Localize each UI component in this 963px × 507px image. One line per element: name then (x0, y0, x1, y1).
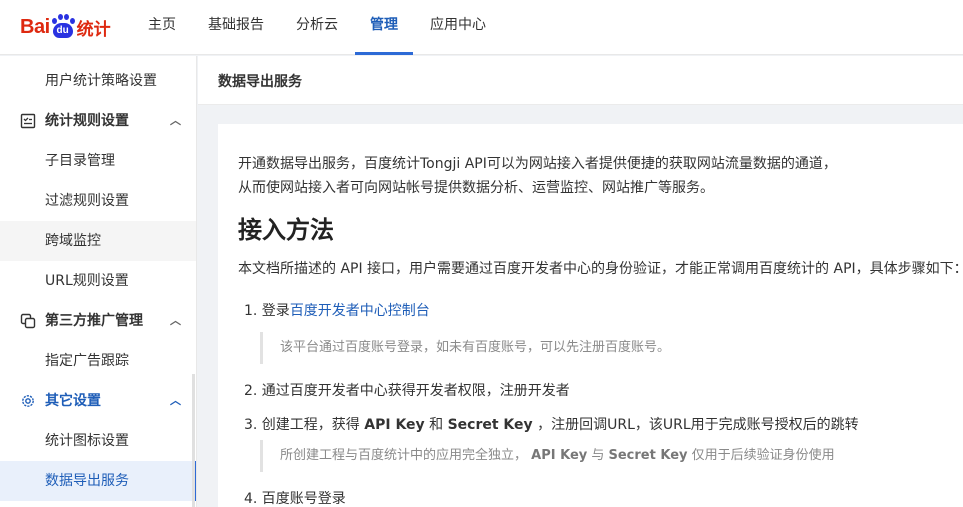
step-2: 2. 通过百度开发者中心获得开发者权限，注册开发者 (244, 383, 570, 399)
step-1-note: 该平台通过百度账号登录，如未有百度账号，可以先注册百度账号。 (260, 332, 670, 364)
logo-bai-text: Bai (20, 15, 50, 38)
api-key-label: API Key (364, 417, 425, 433)
intro-line-1: 开通数据导出服务，百度统计Tongji API可以为网站接入者提供便捷的获取网站… (238, 156, 837, 172)
nav-basic-report[interactable]: 基础报告 (193, 0, 279, 55)
gear-icon (22, 395, 34, 407)
sidebar-group-third-party[interactable]: 第三方推广管理 ︿ (0, 301, 196, 341)
sidebar-group-other-settings[interactable]: 其它设置 ︿ (0, 381, 196, 421)
main-nav: 主页 基础报告 分析云 管理 应用中心 (133, 0, 503, 55)
chevron-up-icon: ︿ (170, 114, 181, 127)
intro-text: 开通数据导出服务，百度统计Tongji API可以为网站接入者提供便捷的获取网站… (238, 152, 963, 200)
sidebar-group-label: 统计规则设置 (45, 113, 129, 129)
logo-du-text: du (52, 23, 73, 38)
secret-key-label: Secret Key (447, 417, 533, 433)
sidebar: 用户统计策略设置 统计规则设置 ︿ 子目录管理 过滤规则设置 跨域监控 URL规… (0, 56, 197, 507)
step-3: 3. 创建工程，获得 API Key 和 Secret Key ，注册回调URL… (244, 414, 859, 434)
sidebar-scrollbar[interactable] (192, 374, 195, 507)
step-3-text-a: 3. 创建工程，获得 (244, 417, 365, 433)
baidu-paw-icon: du (51, 14, 75, 40)
step-1: 1. 登录百度开发者中心控制台 (244, 300, 430, 320)
step-3-note-b: 与 (587, 448, 609, 463)
page-header: 数据导出服务 (198, 56, 963, 105)
nav-management[interactable]: 管理 (355, 0, 413, 55)
step-3-text-b: 和 (424, 417, 448, 433)
sidebar-item-subdirectory[interactable]: 子目录管理 (0, 141, 196, 181)
nav-app-center[interactable]: 应用中心 (415, 0, 501, 55)
intro-line-2: 从而使网站接入者可向网站帐号提供数据分析、运营监控、网站推广等服务。 (238, 180, 714, 196)
sidebar-group-label: 第三方推广管理 (45, 313, 143, 329)
step-3-note: 所创建工程与百度统计中的应用完全独立， API Key 与 Secret Key… (260, 440, 835, 472)
sidebar-item-url-rules[interactable]: URL规则设置 (0, 261, 196, 301)
section-heading: 接入方法 (238, 216, 334, 244)
note-api-key: API Key (531, 448, 588, 463)
developer-console-link[interactable]: 百度开发者中心控制台 (290, 303, 430, 319)
sidebar-item-data-export[interactable]: 数据导出服务 (0, 461, 196, 501)
page-title: 数据导出服务 (218, 74, 302, 90)
sidebar-item-ad-tracking[interactable]: 指定广告跟踪 (0, 341, 196, 381)
chevron-up-icon: ︿ (170, 314, 181, 327)
sidebar-item-filter-rules[interactable]: 过滤规则设置 (0, 181, 196, 221)
step-4: 4. 百度账号登录 (244, 491, 346, 507)
content-panel: 开通数据导出服务，百度统计Tongji API可以为网站接入者提供便捷的获取网站… (218, 124, 963, 507)
baidu-tongji-logo[interactable]: Bai du 统计 (20, 9, 111, 45)
note-secret-key: Secret Key (608, 448, 688, 463)
nav-home[interactable]: 主页 (133, 0, 191, 55)
top-bar: Bai du 统计 主页 基础报告 分析云 管理 应用中心 (0, 0, 963, 55)
step-3-text-c: ，注册回调URL，该URL用于完成账号授权后的跳转 (532, 417, 859, 433)
logo-tongji-text: 统计 (76, 19, 111, 40)
checklist-icon (20, 113, 36, 129)
nav-analytics-cloud[interactable]: 分析云 (281, 0, 353, 55)
step-3-note-c: 仅用于后续验证身份使用 (687, 448, 835, 463)
chevron-up-icon: ︿ (170, 394, 181, 407)
sidebar-item-cross-domain[interactable]: 跨域监控 (0, 221, 196, 261)
copy-icon (20, 313, 36, 329)
step-3-note-a: 所创建工程与百度统计中的应用完全独立， (280, 448, 532, 463)
sidebar-group-label: 其它设置 (45, 393, 101, 409)
step-1-text: 1. 登录 (244, 303, 290, 319)
sidebar-item-user-stat-policy[interactable]: 用户统计策略设置 (0, 61, 196, 101)
sidebar-group-stat-rules[interactable]: 统计规则设置 ︿ (0, 101, 196, 141)
section-description: 本文档所描述的 API 接口，用户需要通过百度开发者中心的身份验证，才能正常调用… (238, 261, 963, 277)
sidebar-item-stat-icon[interactable]: 统计图标设置 (0, 421, 196, 461)
